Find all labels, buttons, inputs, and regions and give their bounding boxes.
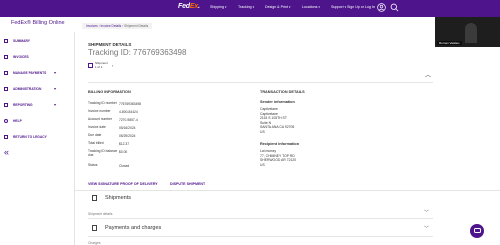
sender-line: Captivelane (260, 107, 278, 111)
chevron-down-icon: ▾ (344, 5, 347, 9)
recipient-line: Lai murray (260, 149, 277, 153)
divider (88, 218, 433, 219)
payments-heading: Payments and charges (105, 225, 162, 231)
recipient-line: US (260, 162, 265, 167)
user-icon[interactable] (377, 3, 386, 12)
recipient-line: 77, CHIMNEY TOP RD (260, 153, 295, 158)
chevron-down-icon: ▾ (225, 5, 227, 9)
transaction-title: TRANSACTION DETAILS (260, 90, 305, 94)
collapse-details-icon[interactable]: ︿ (425, 70, 431, 79)
shipment-details-toggle[interactable]: Shipment details (88, 212, 112, 216)
summary-icon (4, 39, 8, 43)
chevron-down-icon[interactable]: ﹀ (424, 209, 429, 216)
admin-icon (4, 87, 8, 91)
package-icon (88, 63, 93, 68)
app-title: FedEx® Billing Online (11, 20, 65, 26)
chevron-down-icon: ▾ (288, 5, 291, 9)
sidebar-item-return-to-legacy[interactable]: RETURN TO LEGACY (4, 132, 72, 142)
invoices-icon (4, 55, 8, 59)
sender-line: 2115 S 105TH ST (260, 116, 287, 120)
payments-icon (4, 71, 8, 75)
divider (88, 82, 433, 83)
chevron-down-icon: ▾ (252, 5, 255, 9)
legacy-icon (4, 135, 8, 139)
recipient-line: SHERWOOD AR 72120 (260, 158, 297, 162)
chevron-down-icon: ▾ (54, 86, 57, 91)
breadcrumb-invoice-details[interactable]: Invoice Details (101, 24, 122, 28)
chevron-down-icon: ▾ (54, 102, 57, 107)
recipient-title: Recipient information (260, 142, 300, 146)
chevron-down-icon: ▾ (318, 5, 320, 9)
sidebar-item-reporting[interactable]: REPORTING ▾ (4, 100, 72, 110)
sender-line: US (260, 129, 265, 134)
reporting-icon (4, 103, 8, 107)
top-navigation: FedEx. Shipping ▾ Tracking ▾ Design & Pr… (0, 0, 500, 17)
breadcrumb-current: Shipment Details (124, 24, 149, 28)
participant-name: Roman Vasiliev (437, 41, 462, 45)
billing-title: BILLING INFORMATION (88, 90, 131, 94)
sidebar-item-summary[interactable]: SUMMARY (4, 36, 72, 46)
dispute-shipment-link[interactable]: DISPUTE SHIPMENT (170, 182, 205, 186)
view-signature-link[interactable]: VIEW SIGNATURE PROOF OF DELIVERY (88, 182, 158, 186)
shipment-box-icon (92, 195, 97, 201)
search-icon[interactable] (390, 3, 399, 12)
next-shipment-icon[interactable]: › (112, 63, 113, 68)
sidebar-item-manage-payments[interactable]: MANAGE PAYMENTS ▾ (4, 68, 72, 78)
participant-video (465, 23, 477, 43)
sender-line: Captivelane (260, 111, 278, 116)
sender-line: SANTA ANA CA 92705 (260, 125, 295, 129)
payment-icon (92, 225, 97, 231)
divider (75, 190, 500, 191)
sender-line: Suite N (260, 120, 272, 125)
breadcrumb: Invoices › Invoice Details › Shipment De… (82, 23, 153, 29)
help-icon (4, 119, 8, 123)
section-title: SHIPMENT DETAILS (88, 42, 132, 47)
sidebar: SUMMARY INVOICES MANAGE PAYMENTS ▾ ADMIN… (0, 32, 75, 245)
fedex-logo[interactable]: FedEx. (178, 3, 200, 10)
chat-icon (473, 228, 481, 233)
menu-tracking[interactable]: Tracking ▾ (238, 5, 254, 9)
divider (88, 236, 433, 237)
sidebar-item-invoices[interactable]: INVOICES (4, 52, 72, 62)
sender-title: Sender information (260, 100, 295, 104)
sign-in-link[interactable]: Sign Up or Log In (347, 5, 375, 9)
menu-design-print[interactable]: Design & Print ▾ (265, 5, 291, 9)
page-title: Tracking ID: 776769363498 (88, 48, 187, 57)
chevron-down-icon[interactable]: ﹀ (424, 225, 429, 232)
chevron-down-icon: ▾ (54, 70, 57, 75)
shipments-heading: Shipments (105, 195, 131, 201)
app-title-bar: FedEx® Billing Online (0, 17, 75, 32)
sidebar-item-help[interactable]: HELP (4, 116, 72, 126)
breadcrumb-invoices[interactable]: Invoices (86, 24, 98, 28)
main-content: SHIPMENT DETAILS Tracking ID: 7767693634… (75, 32, 500, 245)
menu-support[interactable]: Support ▾ (331, 5, 346, 9)
shipment-pager: Shipment 1 of 1 (95, 61, 108, 69)
menu-locations[interactable]: Locations ▾ (302, 5, 320, 9)
charges-toggle[interactable]: Charges (88, 241, 100, 245)
video-call-overlay[interactable]: Roman Vasiliev (435, 17, 500, 47)
menu-shipping[interactable]: Shipping ▾ (210, 5, 227, 9)
collapse-sidebar-icon[interactable]: « (4, 147, 9, 157)
chat-button[interactable] (470, 224, 484, 238)
sidebar-item-administration[interactable]: ADMINISTRATION ▾ (4, 84, 72, 94)
